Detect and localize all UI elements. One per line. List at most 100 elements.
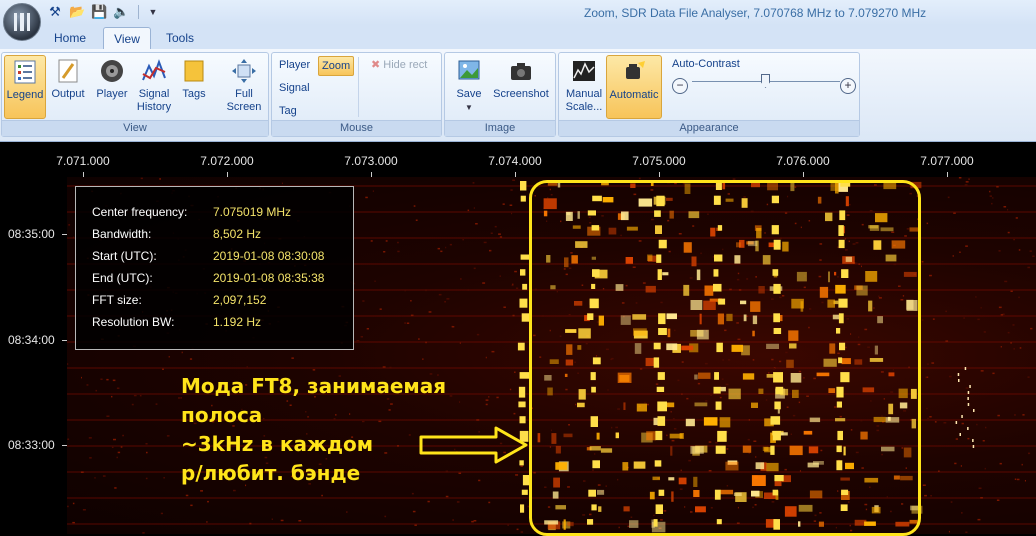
noise-speck [965,181,969,183]
volume-icon[interactable]: 🔈 [113,4,129,20]
noise-speck [80,471,84,473]
tab-view[interactable]: View [103,27,151,51]
noise-speck [507,524,509,526]
noise-speck [499,236,503,238]
signal-burst [959,433,961,436]
noise-speck [88,437,92,439]
noise-speck [366,328,369,330]
noise-speck [984,467,986,470]
tags-button[interactable]: Tags [177,55,211,101]
camera-icon [511,63,531,80]
contrast-increase-button[interactable]: + [840,78,856,94]
carrier-streak [520,195,526,202]
noise-speck [509,204,513,206]
mouse-signal-button[interactable]: Signal [276,79,313,97]
noise-speck [488,396,490,398]
noise-speck [991,202,993,205]
tools-icon[interactable]: ⚒ [47,4,63,20]
noise-speck [1018,296,1020,299]
noise-speck [139,394,142,397]
screenshot-button[interactable]: Screenshot [491,55,551,101]
open-folder-icon[interactable]: 📂 [69,4,85,20]
noise-speck [89,457,92,459]
noise-speck [1028,452,1031,455]
qat-separator [138,5,139,19]
image-group: Save ▼ Screenshot Image [444,52,556,137]
noise-speck [996,186,999,188]
carrier-streak [519,298,528,308]
annotation-line: полоса [181,403,263,427]
noise-speck [945,340,949,342]
noise-speck [321,494,323,497]
noise-speck [428,311,432,313]
noise-speck [998,250,1001,252]
signal-burst [967,403,970,406]
application-menu-button[interactable] [3,3,41,41]
speaker-icon [101,60,123,82]
full-screen-button[interactable]: Full Screen [224,55,264,114]
noise-speck [410,314,414,317]
screenshot-label: Screenshot [493,88,549,100]
carrier-streak [519,372,530,379]
qat-customize-icon[interactable]: ▼ [145,4,161,20]
noise-speck [207,500,209,503]
noise-speck [516,528,519,531]
signal-history-button[interactable]: Signal History [133,55,175,114]
noise-speck [1027,266,1031,269]
noise-speck [1000,314,1004,316]
mouse-zoom-button[interactable]: Zoom [318,56,355,76]
full-screen-label: Full Screen [226,88,262,113]
noise-speck [370,240,373,242]
noise-speck [146,451,148,454]
noise-speck [482,282,486,284]
noise-speck [977,318,980,321]
noise-speck [360,336,363,338]
carrier-streak [518,401,526,408]
noise-speck [100,378,103,380]
tag-icon [184,60,204,82]
noise-speck [943,422,947,424]
noise-speck [95,389,97,392]
noise-speck [947,196,950,199]
frequency-tick-label: 7.071.000 [56,154,110,168]
noise-speck [382,366,386,368]
mouse-tag-button[interactable]: Tag [276,102,300,120]
noise-speck [425,289,427,292]
noise-speck [638,177,641,180]
contrast-decrease-button[interactable]: − [672,78,688,94]
tab-home[interactable]: Home [45,27,95,49]
noise-speck [509,388,512,391]
save-icon[interactable]: 💾 [91,4,107,20]
noise-speck [949,375,952,378]
noise-speck [978,487,982,489]
signal-burst [967,397,969,400]
carrier-streak [519,416,526,424]
legend-button[interactable]: Legend [4,55,46,119]
noise-speck [473,267,476,270]
frequency-tick-label: 7.074.000 [488,154,542,168]
noise-speck [520,531,524,533]
auto-wand-icon [626,61,645,79]
manual-scale-button[interactable]: Manual Scale... [563,55,605,114]
save-image-button[interactable]: Save ▼ [451,55,487,114]
noise-speck [490,232,493,234]
noise-speck [116,456,118,459]
noise-speck [112,379,116,382]
noise-speck [931,362,935,364]
noise-speck [476,419,480,421]
automatic-button[interactable]: Automatic [606,55,662,119]
signal-burst [964,367,967,370]
full-screen-icon [232,59,256,83]
player-button[interactable]: Player [92,55,132,101]
carrier-streak [517,342,525,351]
noise-speck [964,184,968,186]
ft8-highlight-box [529,180,921,536]
noise-speck [980,497,983,499]
noise-speck [515,287,519,289]
noise-speck [445,246,447,249]
noise-speck [122,434,124,437]
tab-tools[interactable]: Tools [155,27,205,49]
noise-speck [1013,238,1015,241]
mouse-player-button[interactable]: Player [276,56,313,74]
output-button[interactable]: Output [48,55,88,101]
